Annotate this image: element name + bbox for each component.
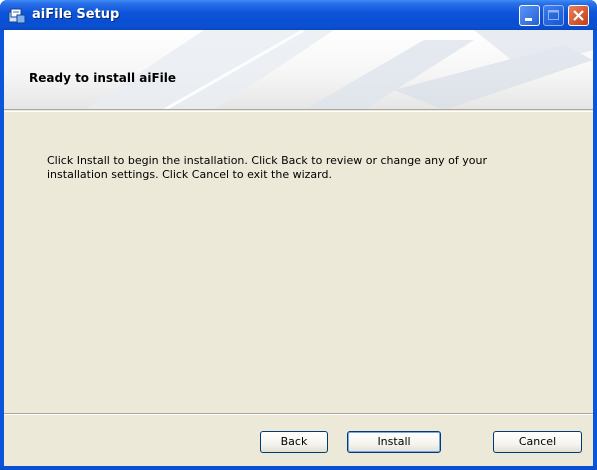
page-title: Ready to install aiFile bbox=[29, 71, 177, 85]
window-title: aiFile Setup bbox=[32, 7, 120, 22]
banner-divider bbox=[4, 111, 593, 112]
footer-divider-highlight bbox=[4, 414, 593, 415]
install-button[interactable]: Install bbox=[347, 431, 441, 453]
minimize-icon bbox=[525, 18, 532, 21]
close-button[interactable] bbox=[568, 5, 589, 26]
header-banner: Ready to install aiFile bbox=[4, 30, 593, 110]
cancel-button[interactable]: Cancel bbox=[493, 431, 582, 453]
setup-window: aiFile Setup Ready to install aiFile Cli… bbox=[0, 0, 597, 470]
instructions-text: Click Install to begin the installation.… bbox=[47, 154, 487, 181]
banner-background-graphic bbox=[85, 30, 593, 109]
minimize-button[interactable] bbox=[519, 5, 540, 26]
maximize-button bbox=[543, 5, 564, 26]
title-bar[interactable]: aiFile Setup bbox=[0, 0, 597, 30]
maximize-icon bbox=[548, 10, 559, 20]
installer-app-icon bbox=[8, 7, 26, 24]
close-icon bbox=[573, 10, 584, 21]
dialog-client-area: Ready to install aiFile Click Install to… bbox=[4, 30, 593, 466]
back-button[interactable]: Back bbox=[260, 431, 328, 453]
window-bottom-border bbox=[0, 466, 597, 470]
